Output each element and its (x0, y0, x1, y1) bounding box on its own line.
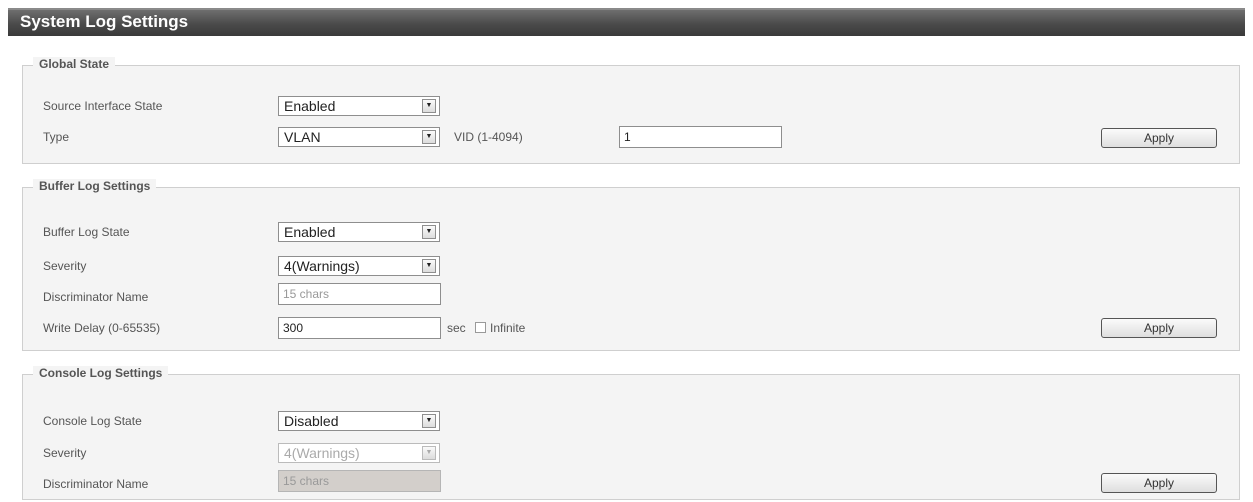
global-state-legend: Global State (33, 57, 116, 71)
vid-value: 1 (624, 130, 631, 144)
dropdown-arrow-icon: ▼ (422, 99, 436, 113)
buffer-discriminator-input[interactable]: 15 chars (278, 283, 441, 305)
console-log-state-label: Console Log State (43, 414, 142, 428)
write-delay-label: Write Delay (0-65535) (43, 321, 161, 335)
buffer-discriminator-placeholder: 15 chars (283, 287, 330, 301)
global-state-apply-button[interactable]: Apply (1101, 128, 1217, 148)
vid-input[interactable]: 1 (619, 126, 782, 148)
console-log-legend: Console Log Settings (33, 366, 169, 380)
console-log-apply-label: Apply (1143, 476, 1175, 490)
type-value: VLAN (284, 129, 321, 145)
dropdown-arrow-icon: ▼ (422, 259, 436, 273)
buffer-severity-label: Severity (43, 259, 87, 273)
dropdown-arrow-icon: ▼ (422, 225, 436, 239)
buffer-log-state-label: Buffer Log State (43, 225, 130, 239)
buffer-log-apply-label: Apply (1143, 321, 1175, 335)
write-delay-value: 300 (283, 321, 304, 335)
buffer-severity-select[interactable]: 4(Warnings) ▼ (278, 256, 440, 276)
buffer-log-state-value: Enabled (284, 224, 336, 240)
console-discriminator-input[interactable]: 15 chars (278, 470, 441, 492)
global-state-panel: Global State Source Interface State Enab… (22, 57, 1240, 164)
console-log-state-select[interactable]: Disabled ▼ (278, 411, 440, 431)
infinite-label: Infinite (490, 321, 526, 335)
global-state-apply-label: Apply (1143, 131, 1175, 145)
console-log-apply-button[interactable]: Apply (1101, 473, 1217, 493)
write-delay-input[interactable]: 300 (278, 317, 441, 339)
type-select[interactable]: VLAN ▼ (278, 127, 440, 147)
source-interface-state-select[interactable]: Enabled ▼ (278, 96, 440, 116)
source-interface-state-label: Source Interface State (43, 99, 163, 113)
console-log-panel: Console Log Settings Console Log State D… (22, 366, 1240, 500)
console-discriminator-placeholder: 15 chars (283, 474, 330, 488)
dropdown-arrow-icon: ▼ (422, 414, 436, 428)
console-log-state-value: Disabled (284, 413, 339, 429)
infinite-checkbox[interactable] (475, 322, 486, 333)
buffer-severity-value: 4(Warnings) (284, 258, 360, 274)
buffer-log-panel: Buffer Log Settings Buffer Log State Ena… (22, 179, 1240, 351)
buffer-log-legend: Buffer Log Settings (33, 179, 157, 193)
type-label: Type (43, 130, 70, 144)
console-discriminator-label: Discriminator Name (43, 477, 149, 491)
page-header: System Log Settings (8, 8, 1245, 36)
source-interface-state-value: Enabled (284, 98, 336, 114)
dropdown-arrow-icon: ▼ (422, 446, 436, 460)
console-severity-select[interactable]: 4(Warnings) ▼ (278, 443, 440, 463)
buffer-log-apply-button[interactable]: Apply (1101, 318, 1217, 338)
buffer-log-state-select[interactable]: Enabled ▼ (278, 222, 440, 242)
vid-label: VID (1-4094) (454, 130, 523, 144)
console-severity-label: Severity (43, 446, 87, 460)
dropdown-arrow-icon: ▼ (422, 130, 436, 144)
write-delay-unit: sec (447, 321, 466, 335)
page-title: System Log Settings (20, 12, 189, 31)
console-severity-value: 4(Warnings) (284, 445, 360, 461)
buffer-discriminator-label: Discriminator Name (43, 290, 149, 304)
